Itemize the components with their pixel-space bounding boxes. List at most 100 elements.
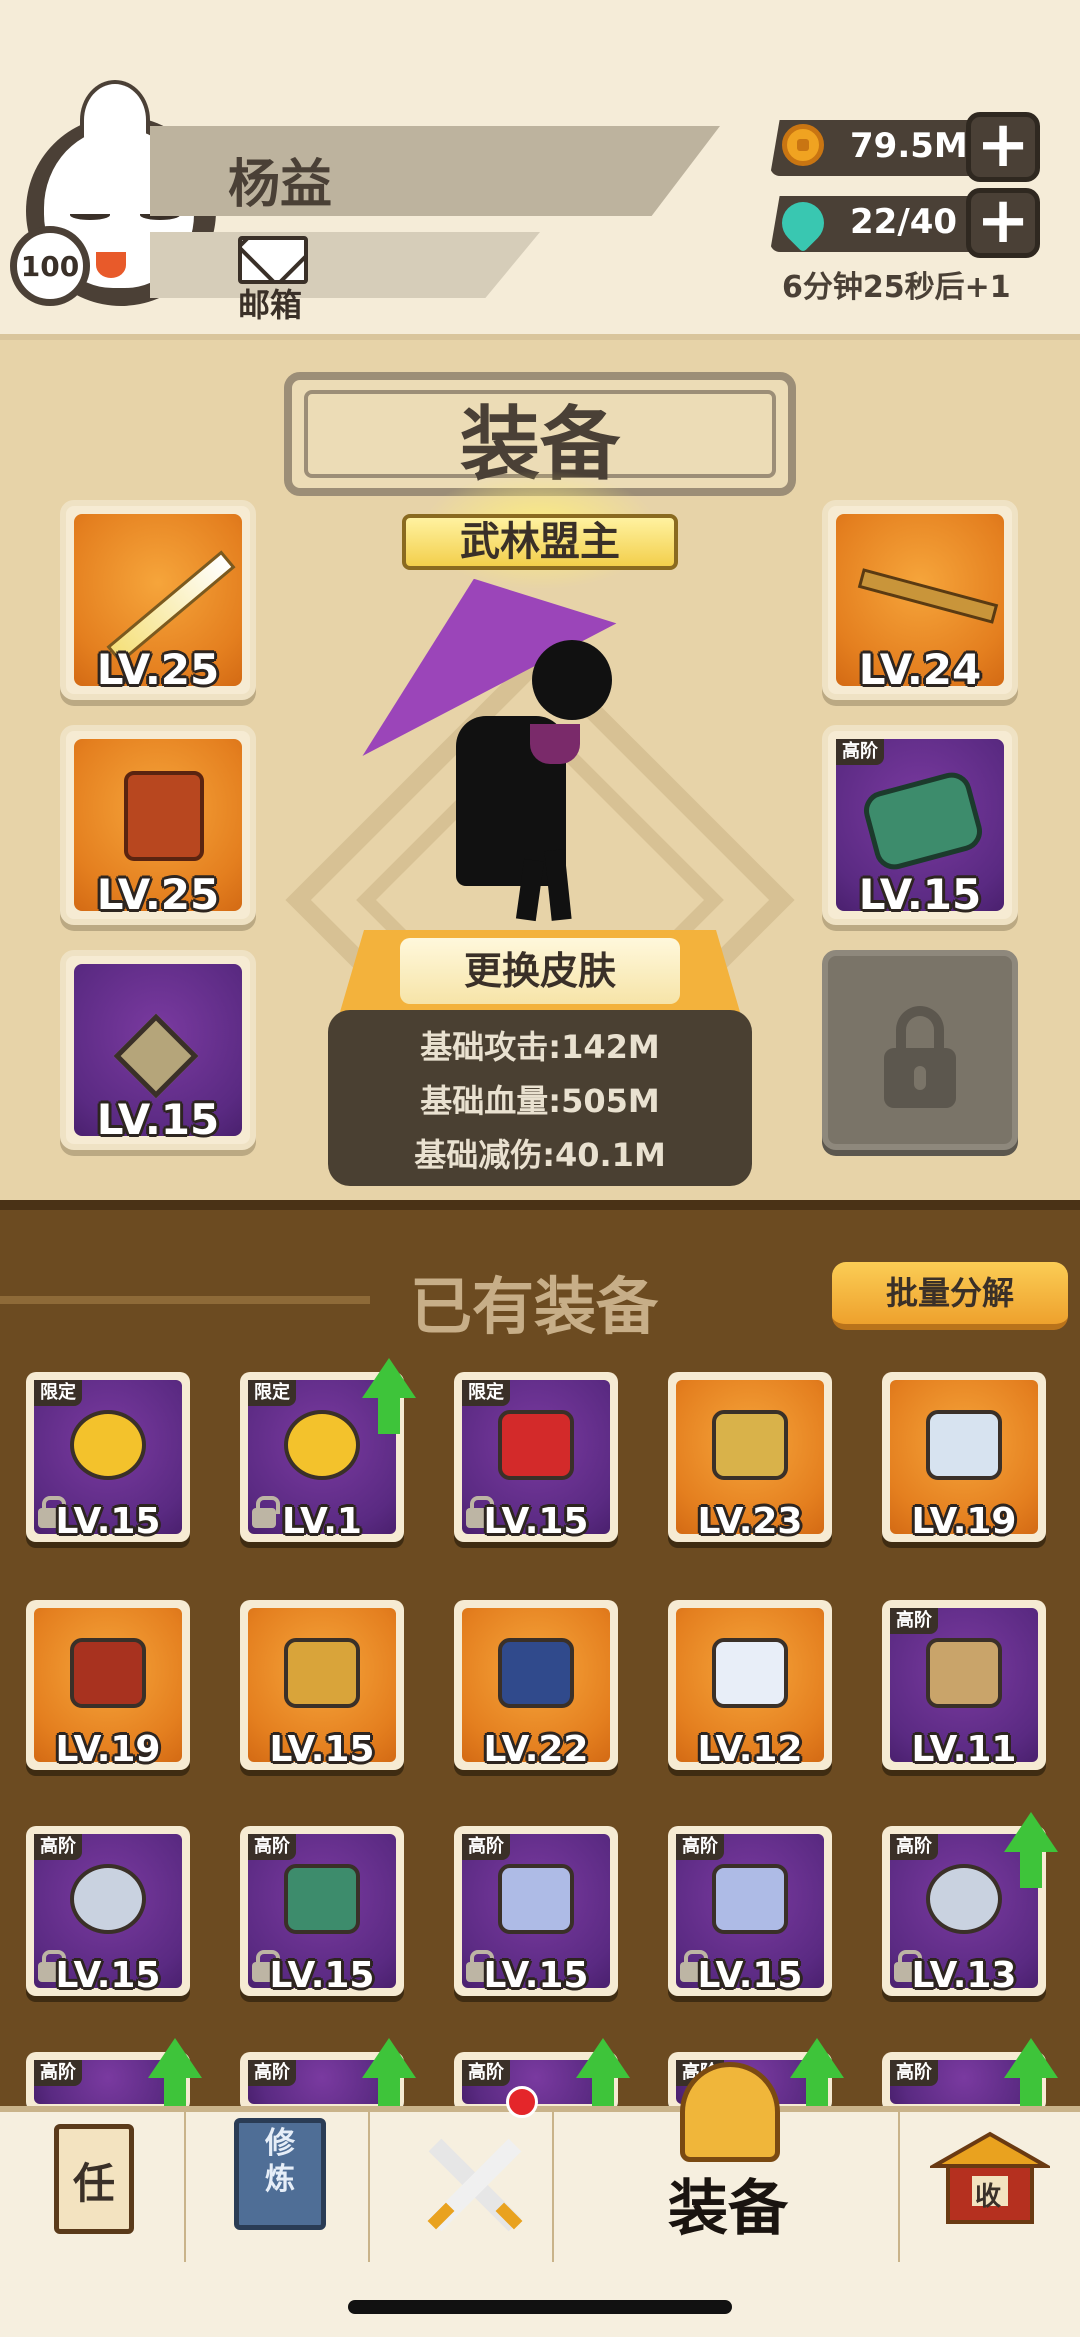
rarity-tag: 高阶	[34, 2060, 82, 2086]
ring-icon	[70, 1864, 146, 1934]
equip-slot-necklace[interactable]: LV.15	[60, 950, 256, 1150]
section-divider	[0, 1296, 370, 1304]
coin-amount: 79.5M	[850, 126, 968, 166]
slot-level: LV.15	[858, 870, 982, 919]
cultivate-glyph: 修炼	[265, 2126, 295, 2197]
coin-icon	[782, 124, 824, 166]
rarity-tag: 高阶	[676, 1834, 724, 1860]
inventory-item[interactable]: 高阶 LV.15	[240, 1826, 404, 1996]
stat-attack: 基础攻击:142M	[420, 1028, 660, 1066]
item-level: LV.15	[269, 1729, 375, 1770]
slot-level: LV.25	[96, 645, 220, 694]
mail-icon[interactable]	[238, 236, 308, 284]
equip-slot-locked[interactable]	[822, 950, 1018, 1150]
task-glyph: 任	[72, 2159, 115, 2208]
mail-label[interactable]: 邮箱	[238, 280, 302, 326]
inventory-item[interactable]: LV.19	[882, 1372, 1046, 1542]
ring-icon	[926, 1864, 1002, 1934]
avatar-beak	[96, 252, 126, 278]
item-level: LV.15	[697, 1955, 803, 1996]
inventory-item[interactable]: LV.15	[240, 1600, 404, 1770]
staff-icon	[70, 1638, 146, 1708]
sword-icon	[926, 1410, 1002, 1480]
rarity-tag: 限定	[462, 1380, 510, 1406]
rarity-tag: 高阶	[462, 2060, 510, 2086]
character-head	[532, 640, 612, 720]
home-indicator[interactable]	[348, 2300, 732, 2314]
slot-level: LV.24	[858, 645, 982, 694]
item-level: LV.22	[483, 1729, 589, 1770]
equip-slot-weapon[interactable]: LV.25	[60, 500, 256, 700]
stat-hp: 基础血量:505M	[420, 1082, 660, 1120]
add-coins-button[interactable]: +	[966, 112, 1040, 182]
item-level: LV.19	[55, 1729, 161, 1770]
rank-title: 武林盟主	[460, 519, 620, 565]
nav-equip-label: 装备	[668, 2174, 788, 2244]
item-level: LV.11	[911, 1729, 1017, 1770]
energy-timer: 6分钟25秒后+1	[782, 270, 1011, 305]
rarity-tag: 高阶	[890, 2060, 938, 2086]
upgrade-arrow-icon	[576, 2038, 630, 2114]
upgrade-arrow-icon	[1004, 2038, 1058, 2114]
gold-ingot-icon	[284, 1410, 360, 1480]
bulk-decompose-button[interactable]: 批量分解	[832, 1262, 1068, 1330]
slot-level: LV.25	[96, 870, 220, 919]
rarity-tag: 高阶	[248, 1834, 296, 1860]
inventory-item[interactable]: LV.19	[26, 1600, 190, 1770]
add-energy-button[interactable]: +	[966, 188, 1040, 258]
helmet-icon	[680, 2062, 780, 2162]
inventory-item[interactable]: 高阶 LV.15	[454, 1826, 618, 1996]
mace-icon	[284, 1638, 360, 1708]
rarity-tag: 限定	[248, 1380, 296, 1406]
hat-icon	[498, 1638, 574, 1708]
slot-level: LV.15	[96, 1095, 220, 1144]
item-level: LV.15	[483, 1955, 589, 1996]
equip-slot-armor[interactable]: LV.25	[60, 725, 256, 925]
lock-keyhole	[914, 1066, 926, 1090]
item-level: LV.19	[911, 1501, 1017, 1542]
item-level: LV.15	[483, 1501, 589, 1542]
equip-slot-bracer[interactable]: 高阶 LV.15	[822, 725, 1018, 925]
gold-ingot-icon	[70, 1410, 146, 1480]
item-level: LV.23	[697, 1501, 803, 1542]
inventory-item[interactable]: 高阶 LV.11	[882, 1600, 1046, 1770]
avatar-eye-left	[70, 210, 110, 220]
inventory-item[interactable]: 限定 LV.15	[454, 1372, 618, 1542]
rarity-tag: 高阶	[248, 2060, 296, 2086]
upgrade-arrow-icon	[1004, 1812, 1058, 1888]
crossed-swords-icon	[427, 2138, 523, 2232]
notification-dot	[506, 2086, 538, 2118]
character-mask	[530, 724, 580, 764]
inventory-item[interactable]: LV.12	[668, 1600, 832, 1770]
item-level: LV.12	[697, 1729, 803, 1770]
stat-defense: 基础减伤:40.1M	[414, 1136, 666, 1174]
energy-amount: 22/40	[850, 202, 958, 242]
upgrade-arrow-icon	[148, 2038, 202, 2114]
item-level: LV.15	[269, 1955, 375, 1996]
straw-hat-icon	[926, 1638, 1002, 1708]
inventory-item[interactable]: 限定 LV.15	[26, 1372, 190, 1542]
rarity-tag: 高阶	[890, 1608, 938, 1634]
chinese-knot-icon	[498, 1410, 574, 1480]
rarity-tag: 高阶	[462, 1834, 510, 1860]
upgrade-arrow-icon	[790, 2038, 844, 2114]
rarity-tag: 高阶	[836, 739, 884, 765]
inventory-item[interactable]: LV.22	[454, 1600, 618, 1770]
inventory-item[interactable]: 高阶 LV.15	[668, 1826, 832, 1996]
rarity-tag: 高阶	[34, 1834, 82, 1860]
inventory-item[interactable]: LV.23	[668, 1372, 832, 1542]
item-level: LV.1	[282, 1501, 362, 1542]
inventory-item[interactable]: 高阶 LV.15	[26, 1826, 190, 1996]
spear-icon	[712, 1410, 788, 1480]
amulet-icon	[498, 1864, 574, 1934]
bracer-icon	[284, 1864, 360, 1934]
item-level: LV.15	[55, 1501, 161, 1542]
rarity-tag: 限定	[34, 1380, 82, 1406]
change-skin-label[interactable]: 更换皮肤	[400, 938, 680, 1004]
item-level: LV.13	[911, 1955, 1017, 1996]
equip-slot-accessory[interactable]: LV.24	[822, 500, 1018, 700]
player-level-badge: 100	[10, 226, 90, 306]
amulet-icon	[712, 1864, 788, 1934]
shop-glyph: 收	[974, 2182, 1001, 2212]
item-level: LV.15	[55, 1955, 161, 1996]
